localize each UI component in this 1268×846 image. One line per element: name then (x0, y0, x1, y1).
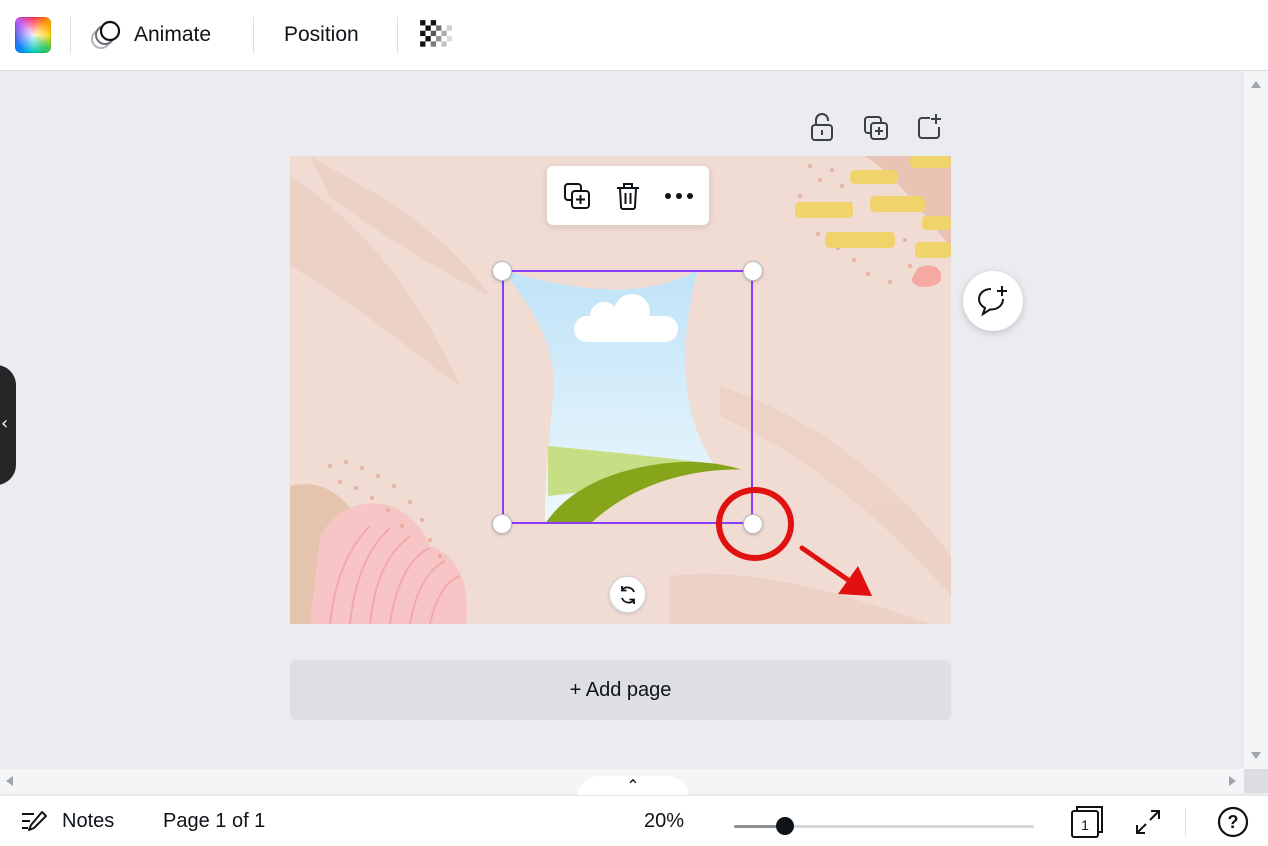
help-label: ? (1228, 812, 1239, 832)
animate-button[interactable]: Animate (90, 14, 211, 56)
notes-label: Notes (62, 810, 115, 832)
delete-element-button[interactable] (610, 178, 646, 214)
add-page-button[interactable]: + Add page (290, 660, 951, 720)
bottom-bar-divider (1185, 808, 1186, 836)
add-page-label: + Add page (569, 678, 672, 701)
trash-icon (617, 183, 639, 210)
more-options-button[interactable] (661, 178, 697, 214)
scroll-down-icon[interactable] (1251, 752, 1261, 759)
zoom-label: 20% (644, 810, 685, 832)
transparency-button[interactable] (418, 14, 452, 56)
animate-icon (91, 20, 121, 49)
zoom-slider-knob[interactable] (776, 817, 794, 835)
toolbar-divider (253, 17, 254, 53)
color-swatch-icon[interactable] (15, 17, 51, 53)
scroll-right-icon[interactable] (1229, 776, 1236, 786)
annotation-circle (716, 487, 794, 561)
bottom-bar: Notes Page 1 of 1 20% 1 ? (0, 795, 1268, 846)
position-button[interactable]: Position (284, 14, 359, 56)
add-page-icon (918, 114, 941, 139)
transparency-icon (420, 20, 452, 47)
fullscreen-button[interactable] (1134, 796, 1162, 846)
animate-label: Animate (134, 23, 212, 46)
resize-handle-top-right[interactable] (743, 261, 763, 281)
zoom-percentage[interactable]: 20% (644, 796, 684, 846)
more-icon (665, 193, 693, 199)
top-toolbar: Animate Position (0, 0, 1268, 71)
copy-element-button[interactable] (559, 178, 595, 214)
notes-button[interactable]: Notes (20, 796, 114, 846)
annotation-arrow-icon (799, 545, 872, 596)
toolbar-divider (70, 17, 71, 53)
page-indicator-label: Page 1 of 1 (163, 810, 266, 832)
resize-handle-bottom-left[interactable] (492, 514, 512, 534)
vertical-scrollbar[interactable] (1244, 71, 1268, 769)
rotate-handle[interactable] (609, 576, 646, 613)
notes-icon (22, 810, 47, 831)
page-count: 1 (1081, 817, 1089, 833)
duplicate-page-icon (864, 116, 888, 140)
page-indicator[interactable]: Page 1 of 1 (163, 796, 265, 846)
zoom-slider[interactable] (734, 817, 1034, 835)
page-grid-button[interactable]: 1 (1070, 796, 1104, 846)
add-page-top-button[interactable] (916, 112, 944, 142)
help-button[interactable]: ? (1217, 796, 1249, 846)
comment-add-icon (977, 286, 1007, 317)
scrollbar-corner (1244, 769, 1268, 793)
element-toolbar (547, 166, 709, 225)
toolbar-divider (397, 17, 398, 53)
resize-handle-top-left[interactable] (492, 261, 512, 281)
rotate-icon (620, 585, 635, 604)
pages-icon: 1 (1071, 805, 1103, 838)
lock-page-button[interactable] (808, 112, 836, 142)
scroll-up-icon[interactable] (1251, 81, 1261, 88)
chevron-left-icon: ‹ (1, 413, 9, 434)
help-icon: ? (1217, 806, 1249, 837)
duplicate-page-button[interactable] (862, 112, 890, 142)
position-label: Position (284, 23, 359, 46)
scroll-left-icon[interactable] (6, 776, 13, 786)
copy-icon (564, 183, 590, 209)
side-panel-toggle[interactable]: ‹ (0, 365, 16, 485)
add-comment-button[interactable] (963, 271, 1023, 331)
unlock-icon (811, 113, 833, 141)
expand-icon (1136, 809, 1160, 834)
